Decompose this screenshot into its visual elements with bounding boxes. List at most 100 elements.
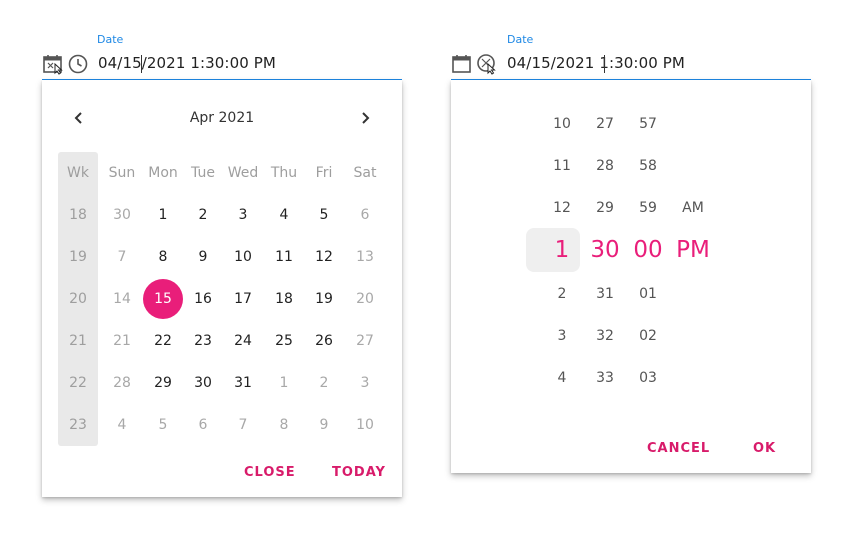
day-cell[interactable]: 6 [183, 404, 223, 446]
date-field-label: Date [507, 33, 534, 46]
day-cell[interactable]: 5 [143, 404, 183, 446]
day-number: 28 [113, 375, 131, 391]
calendar-icon[interactable] [451, 53, 473, 75]
day-number: 6 [360, 207, 370, 223]
day-cell[interactable]: 10 [223, 236, 263, 278]
day-cell[interactable]: 1 [143, 194, 183, 236]
day-cell[interactable]: 9 [304, 404, 344, 446]
day-number: 19 [315, 291, 333, 307]
weekday-header: Sun [108, 165, 136, 181]
day-cell[interactable]: 4 [264, 194, 304, 236]
day-cell[interactable]: 21 [102, 320, 142, 362]
day-cell[interactable]: 16 [183, 278, 223, 320]
week-number: 22 [69, 375, 87, 391]
day-number: 24 [234, 333, 252, 349]
day-number: 1 [279, 375, 289, 391]
date-field-label: Date [97, 33, 124, 46]
week-number: 23 [69, 417, 87, 433]
day-number: 5 [319, 207, 329, 223]
day-cell[interactable]: 11 [264, 236, 304, 278]
day-cell[interactable]: 9 [183, 236, 223, 278]
day-cell[interactable]: 7 [223, 404, 263, 446]
day-cell[interactable]: 2 [304, 362, 344, 404]
day-number: 31 [234, 375, 252, 391]
ampm-option[interactable]: AM [668, 200, 718, 216]
second-option[interactable]: 02 [623, 328, 673, 344]
day-cell[interactable]: 23 [183, 320, 223, 362]
day-cell[interactable]: 8 [264, 404, 304, 446]
clock-icon[interactable] [476, 53, 498, 75]
calendar-icon[interactable] [42, 53, 64, 75]
close-button[interactable]: CLOSE [244, 465, 296, 480]
day-number: 21 [113, 333, 131, 349]
day-cell[interactable]: 30 [183, 362, 223, 404]
day-number: 3 [238, 207, 248, 223]
day-cell[interactable]: 25 [264, 320, 304, 362]
next-month-button[interactable] [355, 108, 375, 128]
day-number: 12 [315, 249, 333, 265]
day-cell[interactable]: 17 [223, 278, 263, 320]
day-cell[interactable]: 7 [102, 236, 142, 278]
day-number: 10 [234, 249, 252, 265]
second-option[interactable]: 03 [623, 370, 673, 386]
day-cell[interactable]: 2 [183, 194, 223, 236]
second-option[interactable]: 59 [623, 200, 673, 216]
day-cell[interactable]: 8 [143, 236, 183, 278]
day-cell[interactable]: 4 [102, 404, 142, 446]
day-number: 27 [356, 333, 374, 349]
day-cell[interactable]: 26 [304, 320, 344, 362]
day-number: 22 [154, 333, 172, 349]
week-number: 19 [69, 249, 87, 265]
day-cell[interactable]: 13 [345, 236, 385, 278]
text-caret [604, 55, 605, 73]
day-number: 4 [279, 207, 289, 223]
day-number: 7 [117, 249, 127, 265]
ok-button[interactable]: OK [753, 441, 776, 456]
date-input[interactable]: 04/15/2021 1:30:00 PM [451, 50, 811, 81]
clock-icon[interactable] [67, 53, 89, 75]
day-cell[interactable]: 30 [102, 194, 142, 236]
selected-day-cell[interactable]: 15 [143, 278, 183, 320]
weekday-header: Thu [270, 165, 298, 181]
day-number: 2 [198, 207, 208, 223]
day-cell[interactable]: 12 [304, 236, 344, 278]
second-option[interactable]: 01 [623, 286, 673, 302]
today-button[interactable]: TODAY [332, 465, 386, 480]
selected-ampm[interactable]: PM [666, 237, 720, 263]
day-cell[interactable]: 3 [223, 194, 263, 236]
day-cell[interactable]: 1 [264, 362, 304, 404]
day-cell[interactable]: 6 [345, 194, 385, 236]
weekday-header: Mon [148, 165, 178, 181]
day-number: 29 [154, 375, 172, 391]
second-option[interactable]: 57 [623, 116, 673, 132]
weekday-header: Sat [353, 165, 377, 181]
day-cell[interactable]: 24 [223, 320, 263, 362]
month-year-title[interactable]: Apr 2021 [42, 110, 402, 126]
day-number: 9 [319, 417, 329, 433]
day-number: 25 [275, 333, 293, 349]
time-picker-popup: 10 11 12 1 2 3 4 27 28 29 30 31 32 33 57… [451, 80, 811, 473]
day-cell[interactable]: 27 [345, 320, 385, 362]
text-caret [141, 55, 142, 73]
day-cell[interactable]: 10 [345, 404, 385, 446]
day-cell[interactable]: 22 [143, 320, 183, 362]
day-cell[interactable]: 31 [223, 362, 263, 404]
day-cell[interactable]: 19 [304, 278, 344, 320]
day-cell[interactable]: 3 [345, 362, 385, 404]
date-input[interactable]: 04/15/2021 1:30:00 PM [42, 50, 402, 81]
day-cell[interactable]: 5 [304, 194, 344, 236]
second-option[interactable]: 58 [623, 158, 673, 174]
cancel-button[interactable]: CANCEL [647, 441, 710, 456]
day-cell[interactable]: 28 [102, 362, 142, 404]
day-number: 30 [194, 375, 212, 391]
week-number: 20 [69, 291, 87, 307]
day-cell[interactable]: 20 [345, 278, 385, 320]
day-number: 15 [154, 291, 172, 307]
day-number: 7 [238, 417, 248, 433]
day-number: 2 [319, 375, 329, 391]
day-number: 8 [158, 249, 168, 265]
day-cell[interactable]: 14 [102, 278, 142, 320]
day-number: 17 [234, 291, 252, 307]
day-cell[interactable]: 29 [143, 362, 183, 404]
day-cell[interactable]: 18 [264, 278, 304, 320]
